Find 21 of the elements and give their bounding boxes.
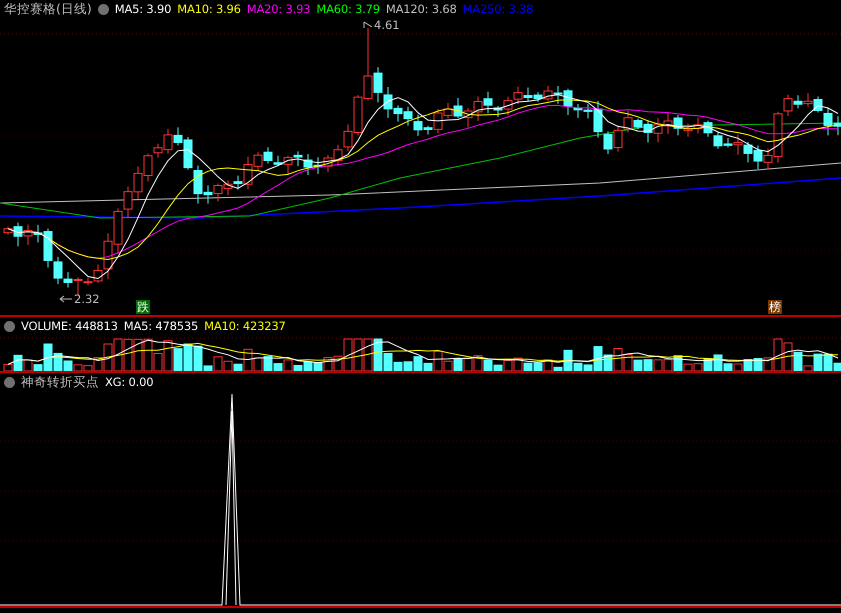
moving-average-label: MA20: 3.93	[246, 2, 310, 16]
signal-marker: 跌	[136, 300, 150, 314]
pointer-icon	[364, 22, 372, 28]
dropdown-icon[interactable]	[4, 376, 15, 388]
dropdown-icon[interactable]	[98, 4, 109, 14]
dropdown-icon[interactable]	[4, 320, 15, 332]
arrow-icon	[60, 296, 72, 302]
indicator-title: 神奇转折买点	[21, 374, 99, 390]
moving-average-label: MA250: 3.38	[462, 2, 534, 16]
chart-title: 华控赛格(日线)	[4, 0, 92, 18]
indicator-value-label: XG: 0.00	[105, 375, 154, 389]
low-price-label: 2.32	[74, 292, 100, 306]
high-price-label: 4.61	[374, 18, 400, 32]
volume-label: MA10: 423237	[204, 319, 286, 333]
moving-average-label: MA5: 3.90	[114, 2, 172, 16]
volume-label: MA5: 478535	[124, 319, 198, 333]
volume-label: VOLUME: 448813	[21, 319, 118, 333]
moving-average-label: MA120: 3.68	[386, 2, 457, 16]
signal-marker: 榜	[768, 300, 782, 314]
moving-average-label: MA60: 3.79	[316, 2, 380, 16]
moving-average-label: MA10: 3.96	[177, 2, 241, 16]
